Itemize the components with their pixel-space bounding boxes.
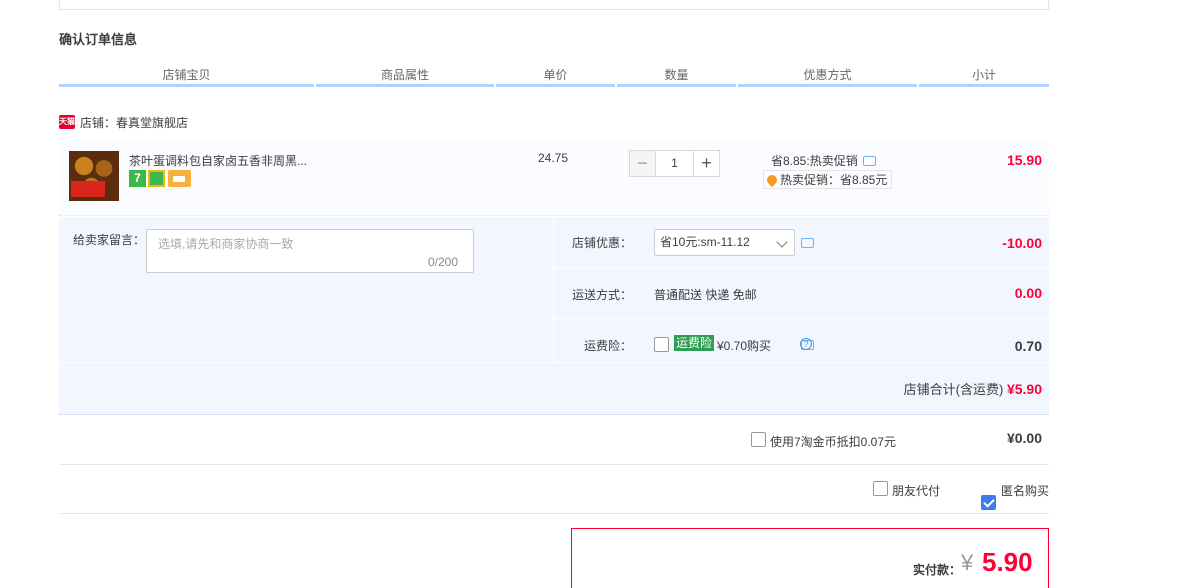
coins-checkbox[interactable] <box>751 432 766 447</box>
payment-summary-box <box>571 528 1049 588</box>
divider <box>59 464 1049 465</box>
item-subtotal: 15.90 <box>1006 152 1042 168</box>
coins-amount: ¥0.00 <box>1006 430 1042 446</box>
quantity-stepper: − 1 + <box>629 150 720 177</box>
pay-label: 实付款： <box>913 563 962 577</box>
insurance-amount: 0.70 <box>1014 338 1042 354</box>
shop-total: 店铺合计(含运费) ¥5.90 <box>59 379 1042 398</box>
promo-main: 省8.85:热卖促销 <box>771 152 876 169</box>
col-header-unit-price: 单价 <box>496 67 615 87</box>
shipping-label: 运送方式： <box>571 288 632 302</box>
tmall-icon: 天猫 <box>59 115 75 129</box>
col-header-shop-item: 店铺宝贝 <box>59 67 314 87</box>
insurance-price: ¥0.70购买 <box>717 339 772 353</box>
divider <box>59 362 1049 363</box>
col-header-discount: 优惠方式 <box>738 67 917 87</box>
guarantee-icon[interactable] <box>148 170 165 187</box>
coupon-selected-value: 省10元:sm-11.12 <box>660 235 750 249</box>
card-pay-icon[interactable] <box>168 170 191 187</box>
seven-day-return-icon[interactable]: 7 <box>129 170 146 187</box>
coupon-select[interactable]: 省10元:sm-11.12 <box>654 229 795 256</box>
insurance-label: 运费险： <box>583 339 632 353</box>
col-header-subtotal: 小计 <box>919 67 1049 87</box>
col-header-quantity: 数量 <box>617 67 736 87</box>
promo-tag: 热卖促销：省8.85元 <box>763 170 893 189</box>
shop-name[interactable]: 店铺：春真堂旗舰店 <box>80 114 188 131</box>
service-icons: 7 <box>129 170 191 187</box>
section-title: 确认订单信息 <box>59 32 138 47</box>
promo-tag-text: 热卖促销：省8.85元 <box>780 173 888 187</box>
coins-label: 使用7淘金币抵扣0.07元 <box>770 435 897 449</box>
shop-total-label: 店铺合计(含运费) <box>903 382 1004 397</box>
help-icon[interactable]: ? <box>800 338 812 350</box>
insurance-checkbox[interactable] <box>654 337 669 352</box>
col-header-attributes: 商品属性 <box>316 67 494 87</box>
coupon-label: 店铺优惠： <box>571 236 632 250</box>
memo-label: 给卖家留言： <box>73 233 146 247</box>
chat-icon[interactable] <box>862 155 876 166</box>
friend-pay-label: 朋友代付 <box>892 484 941 498</box>
coupon-amount: -10.00 <box>1002 235 1042 251</box>
anonymous-checkbox[interactable] <box>981 495 996 510</box>
chat-icon[interactable] <box>801 238 814 248</box>
anonymous-label: 匿名购买 <box>1001 484 1050 498</box>
quantity-plus-button[interactable]: + <box>693 150 720 177</box>
memo-char-count: 0/200 <box>428 255 459 269</box>
friend-pay-checkbox[interactable] <box>873 481 888 496</box>
insurance-tag: 运费险 <box>674 335 715 351</box>
chevron-down-icon <box>776 236 788 248</box>
divider <box>59 513 1049 514</box>
location-pin-icon <box>764 172 780 187</box>
shop-total-value: ¥5.90 <box>1006 381 1042 397</box>
promo-main-text: 省8.85:热卖促销 <box>771 154 858 168</box>
product-thumbnail[interactable] <box>69 151 119 201</box>
quantity-minus-button[interactable]: − <box>629 150 656 177</box>
divider <box>554 268 1049 269</box>
pay-amount: 5.90 <box>982 547 1033 577</box>
divider <box>554 318 1049 319</box>
previous-section-box <box>59 0 1049 10</box>
quantity-input[interactable]: 1 <box>656 150 693 177</box>
unit-price: 24.75 <box>538 151 569 165</box>
shop-row: 天猫 店铺：春真堂旗舰店 <box>59 113 188 131</box>
shipping-amount: 0.00 <box>1014 285 1042 301</box>
product-title[interactable]: 茶叶蛋调料包自家卤五香非周黑... <box>129 152 307 169</box>
shipping-method: 普通配送 快递 免邮 <box>654 288 757 302</box>
pay-currency: ¥ <box>961 550 974 575</box>
memo-placeholder: 选填,请先和商家协商一致 <box>158 237 294 251</box>
